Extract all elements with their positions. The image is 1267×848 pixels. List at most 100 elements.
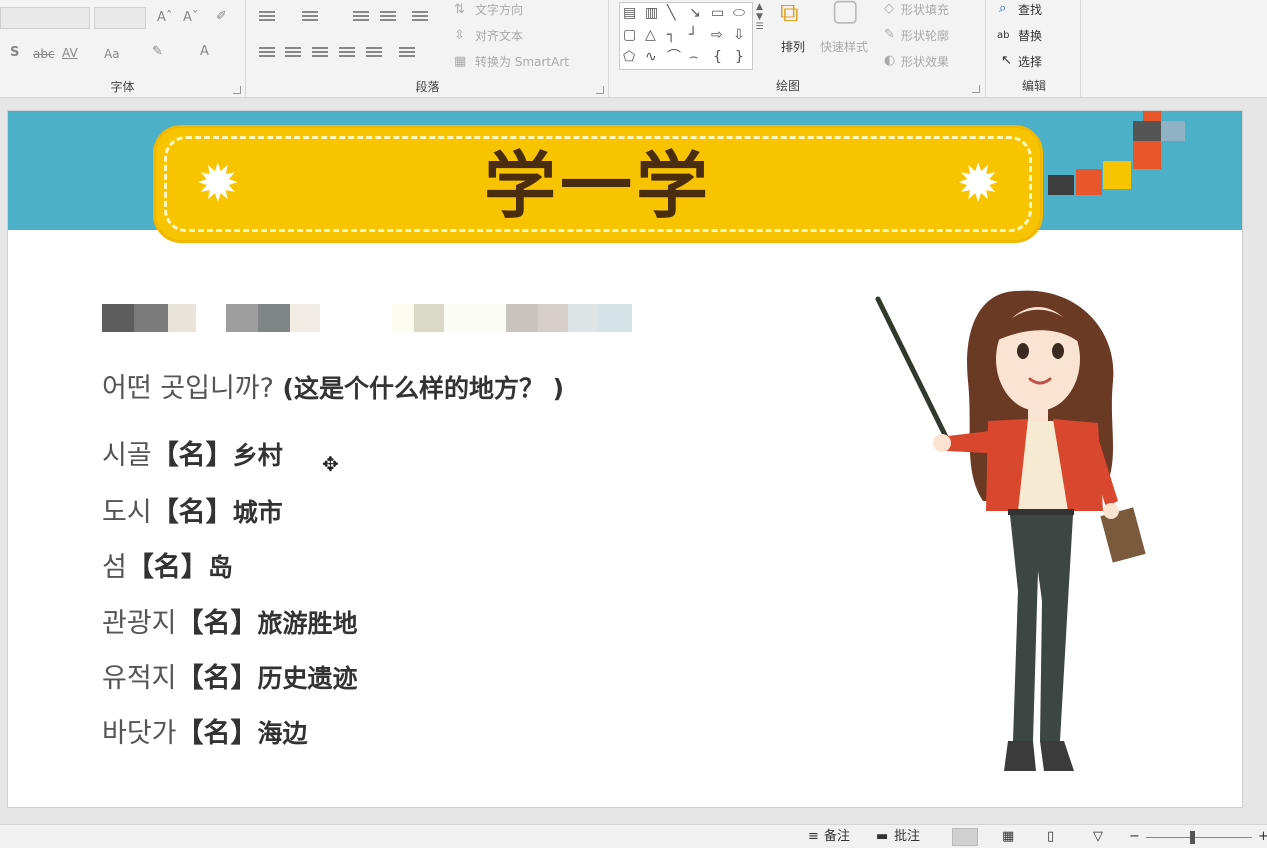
textbox-shape-icon[interactable]: ▤ bbox=[623, 5, 636, 21]
normal-view-button[interactable] bbox=[952, 828, 978, 846]
shape-effects-icon[interactable]: ◐ bbox=[884, 52, 895, 70]
rectangle-shape-icon[interactable]: ▭ bbox=[711, 5, 724, 21]
find-button[interactable]: 查找 bbox=[1018, 1, 1042, 19]
slide-sorter-icon[interactable]: ▦ bbox=[1002, 829, 1014, 845]
vocab-item[interactable]: 유적지【名】历史遗迹 bbox=[102, 656, 358, 695]
text-direction-button[interactable]: 文字方向 bbox=[475, 1, 523, 19]
reading-view-icon[interactable]: ▯ bbox=[1047, 829, 1054, 845]
zoom-slider-track[interactable] bbox=[1146, 837, 1252, 838]
zoom-out-button[interactable]: − bbox=[1129, 829, 1140, 845]
comments-icon[interactable]: ▬ bbox=[876, 829, 888, 845]
shrink-font-button[interactable]: Aˇ bbox=[183, 9, 198, 27]
quick-styles-icon[interactable]: ▢ bbox=[831, 0, 859, 26]
oval-shape-icon[interactable]: ⬭ bbox=[733, 5, 745, 21]
vocab-tag: 【名】 bbox=[176, 608, 258, 639]
shape-effects-button[interactable]: 形状效果 bbox=[901, 53, 949, 71]
vocab-tag: 【名】 bbox=[176, 718, 258, 749]
numbering-icon[interactable] bbox=[302, 11, 318, 25]
strikethrough-button[interactable]: abc bbox=[33, 45, 55, 63]
teacher-illustration[interactable] bbox=[868, 271, 1178, 808]
select-icon[interactable]: ↖ bbox=[1001, 52, 1012, 70]
slide-canvas[interactable]: ✹ 学一学 ✹ 어떤 곳입니까? (这是个什么样的地方？ ) 시골【名】乡村 도… bbox=[7, 110, 1243, 808]
rounded-rect-shape-icon[interactable]: ▢ bbox=[623, 27, 636, 43]
arrange-button[interactable]: 排列 bbox=[781, 38, 805, 56]
vocab-chinese: 历史遗迹 bbox=[257, 664, 358, 693]
comments-button[interactable]: 批注 bbox=[894, 829, 920, 845]
shapes-gallery-scroll[interactable]: ▲ ▼ ☰ bbox=[752, 2, 766, 70]
right-brace-shape-icon[interactable]: } bbox=[735, 49, 744, 65]
smartart-icon[interactable]: ▦ bbox=[454, 53, 466, 71]
shape-fill-button[interactable]: 形状填充 bbox=[901, 1, 949, 19]
vocab-korean: 도시 bbox=[102, 497, 152, 528]
triangle-shape-icon[interactable]: △ bbox=[645, 27, 656, 43]
vocab-item[interactable]: 바닷가【名】海边 bbox=[102, 711, 308, 750]
vocab-korean: 시골 bbox=[102, 440, 152, 471]
shapes-gallery[interactable]: ▤ ▥ ╲ ↘ ▭ ⬭ ▢ △ ┐ ┘ ⇨ ⇩ ⬠ ∿ ⌒ ⌢ { } bbox=[619, 2, 766, 70]
replace-button[interactable]: 替换 bbox=[1018, 27, 1042, 45]
clear-format-icon[interactable]: ✐ bbox=[216, 8, 227, 26]
arrow-line-shape-icon[interactable]: ↘ bbox=[689, 5, 701, 21]
convert-smartart-button[interactable]: 转换为 SmartArt bbox=[475, 53, 569, 71]
right-arrow-shape-icon[interactable]: ⇨ bbox=[711, 27, 723, 43]
curve-shape-icon[interactable]: ⌒ bbox=[667, 49, 681, 65]
font-name-dropdown[interactable] bbox=[0, 7, 90, 29]
find-icon[interactable]: ⌕ bbox=[999, 0, 1006, 18]
shape-outline-icon[interactable]: ✎ bbox=[884, 26, 895, 44]
shape-fill-icon[interactable]: ◇ bbox=[884, 0, 894, 18]
distributed-icon[interactable] bbox=[366, 47, 382, 61]
change-case-button[interactable]: Aa bbox=[104, 45, 120, 63]
quick-styles-button[interactable]: 快速样式 bbox=[820, 38, 868, 56]
notes-icon[interactable]: ≡ bbox=[808, 829, 819, 845]
line-spacing-icon[interactable] bbox=[412, 11, 428, 25]
scribble-shape-icon[interactable]: ∿ bbox=[645, 49, 657, 65]
justify-icon[interactable] bbox=[339, 47, 355, 61]
shape-outline-button[interactable]: 形状轮廓 bbox=[901, 27, 949, 45]
grow-font-button[interactable]: Aˆ bbox=[157, 9, 172, 27]
font-group-label: 字体 bbox=[110, 80, 135, 94]
increase-indent-icon[interactable] bbox=[380, 11, 396, 25]
vocab-item[interactable]: 관광지【名】旅游胜地 bbox=[102, 601, 358, 640]
columns-icon[interactable] bbox=[399, 47, 415, 61]
font-dialog-launcher[interactable] bbox=[233, 86, 241, 94]
notes-button[interactable]: 备注 bbox=[824, 829, 850, 845]
question-chinese: (这是个什么样的地方？ ) bbox=[282, 374, 565, 403]
highlight-icon[interactable]: ✎ bbox=[152, 43, 163, 61]
replace-icon[interactable]: ab bbox=[997, 27, 1009, 45]
align-center-icon[interactable] bbox=[285, 47, 301, 61]
paragraph-dialog-launcher[interactable] bbox=[596, 86, 604, 94]
vocab-item[interactable]: 시골【名】乡村 bbox=[102, 433, 283, 472]
align-left-icon[interactable] bbox=[259, 47, 275, 61]
mosaic-decoration bbox=[1161, 121, 1185, 141]
shadow-button[interactable]: S bbox=[10, 44, 19, 62]
vocab-item[interactable]: 섬【名】岛 bbox=[102, 545, 233, 584]
line-shape-icon[interactable]: ╲ bbox=[667, 5, 675, 21]
decrease-indent-icon[interactable] bbox=[353, 11, 369, 25]
title-box[interactable]: ✹ 学一学 ✹ bbox=[153, 125, 1043, 243]
font-color-button[interactable]: A bbox=[200, 43, 209, 61]
freeform-shape-icon[interactable]: ⬠ bbox=[623, 49, 635, 65]
arrange-icon[interactable]: ⧉ bbox=[780, 0, 799, 26]
question-line[interactable]: 어떤 곳입니까? (这是个什么样的地方？ ) bbox=[102, 366, 564, 405]
arc-shape-icon[interactable]: ⌢ bbox=[689, 49, 698, 65]
down-arrow-shape-icon[interactable]: ⇩ bbox=[733, 27, 745, 43]
align-text-icon[interactable]: ⇳ bbox=[454, 27, 465, 45]
elbow-connector-shape-icon[interactable]: ┐ bbox=[667, 27, 675, 43]
text-direction-icon[interactable]: ⇅ bbox=[454, 1, 465, 19]
vocab-tag: 【名】 bbox=[126, 552, 208, 583]
select-button[interactable]: 选择 bbox=[1018, 53, 1042, 71]
elbow-arrow-shape-icon[interactable]: ┘ bbox=[689, 27, 697, 43]
font-size-dropdown[interactable] bbox=[94, 7, 146, 29]
slideshow-icon[interactable]: ▽ bbox=[1093, 829, 1103, 845]
align-text-button[interactable]: 对齐文本 bbox=[475, 27, 523, 45]
bullets-icon[interactable] bbox=[259, 11, 275, 25]
align-right-icon[interactable] bbox=[312, 47, 328, 61]
drawing-dialog-launcher[interactable] bbox=[972, 85, 980, 93]
vertical-textbox-shape-icon[interactable]: ▥ bbox=[645, 5, 658, 21]
paragraph-group-label: 段落 bbox=[415, 80, 440, 94]
left-brace-shape-icon[interactable]: { bbox=[713, 49, 722, 65]
zoom-slider-thumb[interactable] bbox=[1190, 831, 1195, 844]
zoom-in-button[interactable]: + bbox=[1258, 829, 1267, 845]
char-spacing-button[interactable]: AV bbox=[62, 44, 78, 62]
vocab-item[interactable]: 도시【名】城市 bbox=[102, 490, 283, 529]
slide-title: 学一学 bbox=[483, 144, 712, 228]
